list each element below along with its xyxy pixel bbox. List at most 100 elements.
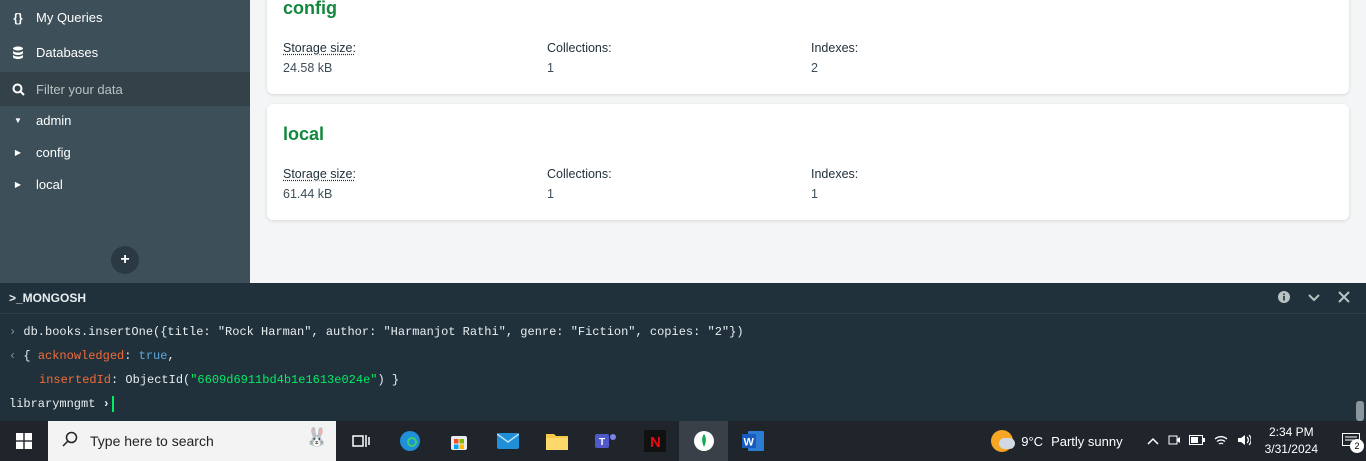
- db-item-label: config: [36, 144, 71, 160]
- indexes-value: 1: [811, 187, 818, 201]
- sidebar: {} My Queries Databases Filter your data…: [0, 0, 250, 283]
- filter-input[interactable]: Filter your data: [0, 72, 250, 106]
- storage-size-stat: Storage size: 24.58 kB: [283, 41, 356, 75]
- inserted-key: insertedId: [39, 373, 112, 387]
- db-item-config[interactable]: ▶ config: [0, 136, 250, 168]
- filter-placeholder: Filter your data: [36, 81, 123, 97]
- chevron-down-icon[interactable]: [1308, 291, 1320, 307]
- partly-sunny-icon: [991, 430, 1016, 452]
- mail-icon[interactable]: [483, 421, 532, 461]
- db-item-label: admin: [36, 112, 72, 128]
- collections-value: 1: [547, 187, 554, 201]
- system-tray: 9°C Partly sunny 2:34 PM 3/31/2024 2: [991, 421, 1366, 461]
- netflix-icon[interactable]: N: [630, 421, 679, 461]
- objectid-value: "6609d6911bd4b1e1613e024e": [190, 373, 378, 387]
- collections-label: Collections:: [547, 41, 612, 55]
- text-cursor: [111, 396, 114, 412]
- caret-right-icon[interactable]: ▶: [14, 148, 22, 157]
- result-open: {: [23, 349, 38, 363]
- notification-badge: 2: [1350, 439, 1364, 453]
- objectid-prefix: ObjectId(: [125, 373, 191, 387]
- task-view-icon[interactable]: [336, 421, 385, 461]
- storage-size-value: 61.44 kB: [283, 187, 333, 201]
- easter-bunny-icon: 🐰: [305, 427, 328, 447]
- taskbar-search[interactable]: Type here to search 🐰: [48, 421, 336, 461]
- shell-command: db.books.insertOne({title: "Rock Harman"…: [23, 325, 744, 339]
- collections-value: 1: [547, 61, 554, 75]
- database-card-local[interactable]: local Storage size: 61.44 kB Collections…: [267, 104, 1349, 220]
- search-icon: [62, 431, 78, 452]
- meet-now-icon[interactable]: [1168, 434, 1180, 449]
- database-tree: ▼ admin ▶ config ▶ local: [0, 104, 250, 200]
- indexes-stat: Indexes: 2: [811, 41, 858, 75]
- shell-output-line: ‹ { acknowledged: true,: [9, 349, 175, 363]
- database-card-title[interactable]: local: [283, 124, 324, 145]
- indexes-value: 2: [811, 61, 818, 75]
- chevron-up-icon[interactable]: [1147, 434, 1159, 449]
- output-chevron-icon: ‹: [9, 349, 17, 363]
- taskbar: Type here to search 🐰 T N W 9°C Partly s…: [0, 421, 1366, 461]
- storage-size-stat: Storage size: 61.44 kB: [283, 167, 356, 201]
- nav-my-queries[interactable]: {} My Queries: [0, 0, 250, 35]
- indexes-label: Indexes:: [811, 167, 859, 181]
- db-item-admin[interactable]: ▼ admin: [0, 104, 250, 136]
- indexes-stat: Indexes: 1: [811, 167, 858, 201]
- database-card-config[interactable]: config Storage size: 24.58 kB Collection…: [267, 0, 1349, 94]
- nav-databases-label: Databases: [36, 45, 99, 60]
- svg-text:N: N: [650, 434, 661, 451]
- storage-size-label: Storage size:: [283, 167, 356, 181]
- search-icon: [11, 83, 25, 96]
- edge-icon[interactable]: [385, 421, 434, 461]
- start-button[interactable]: [0, 421, 48, 461]
- collections-label: Collections:: [547, 167, 612, 181]
- scrollbar-thumb[interactable]: [1356, 401, 1364, 421]
- mongosh-shell[interactable]: >_MONGOSH › db.books.insertOne({title: "…: [0, 283, 1366, 421]
- ack-value: true: [138, 349, 168, 363]
- tray-icons: [1147, 434, 1252, 449]
- word-icon[interactable]: W: [728, 421, 777, 461]
- svg-text:T: T: [599, 437, 605, 448]
- mongodb-compass-icon[interactable]: [679, 421, 728, 461]
- db-item-local[interactable]: ▶ local: [0, 168, 250, 200]
- weather-widget[interactable]: 9°C Partly sunny: [991, 430, 1123, 452]
- collections-stat: Collections: 1: [547, 41, 612, 75]
- shell-header: >_MONGOSH: [0, 283, 1366, 314]
- caret-down-icon[interactable]: ▼: [14, 116, 22, 125]
- clock-date: 3/31/2024: [1264, 442, 1318, 456]
- caret-right-icon[interactable]: ▶: [14, 180, 22, 189]
- databases-panel: config Storage size: 24.58 kB Collection…: [250, 0, 1366, 283]
- weather-text: Partly sunny: [1051, 433, 1123, 449]
- search-placeholder: Type here to search: [90, 433, 214, 449]
- info-icon[interactable]: [1278, 291, 1290, 307]
- clock[interactable]: 2:34 PM 3/31/2024: [1265, 424, 1318, 458]
- collapse-icon[interactable]: [1338, 291, 1350, 307]
- collections-stat: Collections: 1: [547, 167, 612, 201]
- storage-size-value: 24.58 kB: [283, 61, 333, 75]
- ack-key: acknowledged: [37, 349, 125, 363]
- shell-toolbar: [1278, 291, 1350, 307]
- nav-my-queries-label: My Queries: [36, 10, 103, 25]
- svg-text:W: W: [743, 437, 754, 449]
- shell-title: >_MONGOSH: [9, 291, 87, 305]
- braces-icon: {}: [13, 10, 23, 25]
- prompt-chevron-icon: ›: [102, 397, 110, 412]
- indexes-label: Indexes:: [811, 41, 859, 55]
- input-chevron-icon: ›: [9, 325, 17, 339]
- nav-databases[interactable]: Databases: [0, 35, 250, 70]
- store-icon[interactable]: [434, 421, 483, 461]
- storage-size-label: Storage size:: [283, 41, 356, 55]
- notification-center-button[interactable]: 2: [1336, 421, 1366, 461]
- shell-output-line: insertedId: ObjectId("6609d6911bd4b1e161…: [39, 373, 400, 387]
- database-icon: [11, 46, 25, 59]
- file-explorer-icon[interactable]: [532, 421, 581, 461]
- shell-prompt: librarymngmt: [9, 397, 96, 412]
- shell-input-line: › db.books.insertOne({title: "Rock Harma…: [9, 325, 744, 339]
- shell-prompt-line[interactable]: librarymngmt ›: [9, 396, 114, 412]
- database-card-title[interactable]: config: [283, 0, 337, 19]
- wifi-icon[interactable]: [1214, 434, 1228, 449]
- objectid-suffix: ) }: [377, 373, 400, 387]
- battery-icon[interactable]: [1188, 434, 1205, 449]
- teams-icon[interactable]: T: [581, 421, 630, 461]
- add-database-button[interactable]: +: [111, 246, 139, 274]
- volume-icon[interactable]: [1237, 434, 1252, 449]
